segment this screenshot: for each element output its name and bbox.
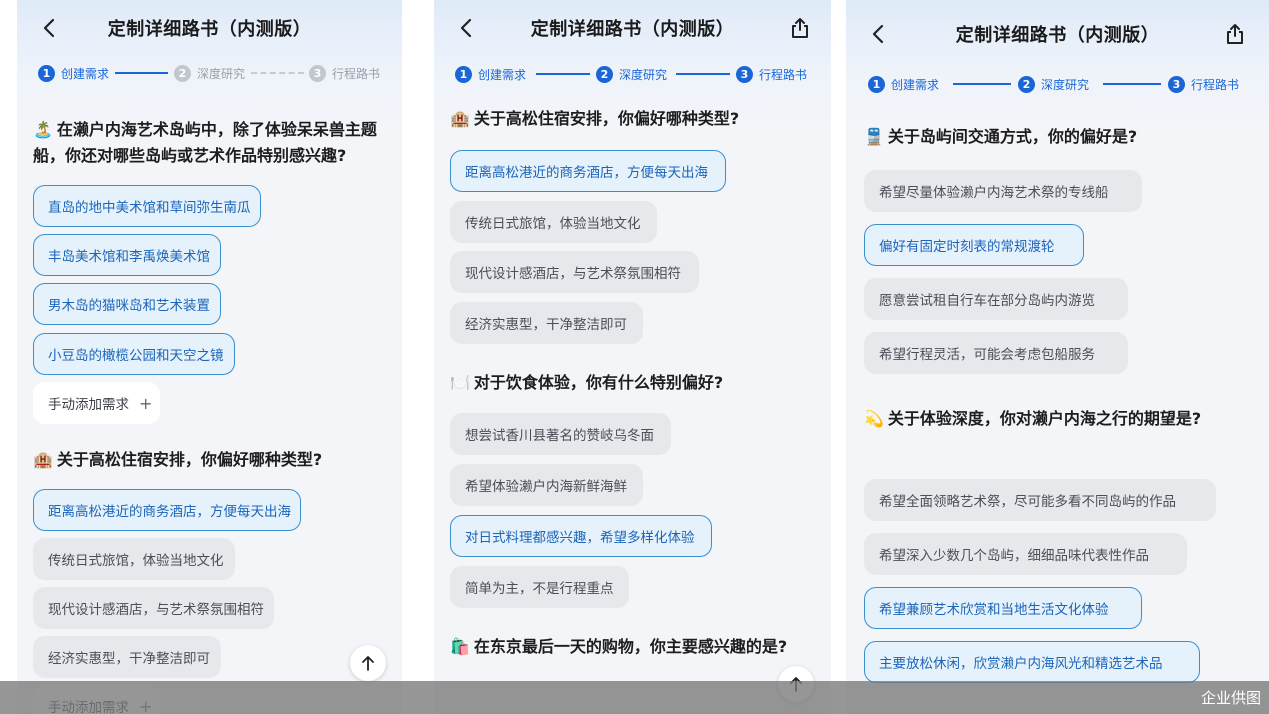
watermark-text: 企业供图 [1200,689,1261,707]
option-simple[interactable]: 简单为主，不是行程重点 [450,566,629,608]
option-japanese-cuisine[interactable]: 对日式料理都感兴趣，希望多样化体验 [450,515,712,557]
option-ogijima[interactable]: 男木岛的猫咪岛和艺术装置 [33,283,221,325]
hotel-icon: 🏨 [33,450,53,469]
step-connector [536,73,590,75]
palm-island-icon: 🏝️ [33,120,53,139]
progress-steps: 1 创建需求 2 深度研究 3 行程路书 [434,64,831,84]
option-naoshima[interactable]: 直岛的地中美术馆和草间弥生南瓜 [33,185,261,227]
train-icon: 🚆 [864,127,884,146]
plus-icon: + [139,393,153,413]
step-connector [251,72,304,74]
step-research: 2 深度研究 [596,64,667,84]
option-business-hotel[interactable]: 距离高松港近的商务酒店，方便每天出海 [450,150,726,192]
page-title: 定制详细路书（内测版） [107,19,312,40]
step-connector [953,83,1011,85]
page-title: 定制详细路书（内测版） [530,19,735,40]
hotel-icon: 🏨 [450,109,470,128]
step-connector [676,73,730,75]
option-budget[interactable]: 经济实惠型，干净整洁即可 [450,302,643,344]
share-icon[interactable] [1223,22,1247,46]
option-ryokan[interactable]: 传统日式旅馆，体验当地文化 [33,538,235,580]
step-research: 2 深度研究 [1018,74,1089,94]
step-create: 1 创建需求 [868,74,939,94]
option-budget[interactable]: 经济实惠型，干净整洁即可 [33,636,221,678]
progress-steps: 1 创建需求 2 深度研究 3 行程路书 [846,74,1269,94]
step-itinerary: 3 行程路书 [309,63,380,83]
option-art-ferry[interactable]: 希望尽量体验濑户内海艺术祭的专线船 [864,170,1142,212]
option-bicycle[interactable]: 愿意尝试租自行车在部分岛屿内游览 [864,278,1128,320]
step-research: 2 深度研究 [174,63,245,83]
question-shopping: 🛍️ 在东京最后一天的购物，你主要感兴趣的是? [450,637,788,656]
step-connector [1103,83,1161,85]
header: 定制详细路书（内测版） [17,10,402,46]
sparkle-icon: 💫 [864,409,884,428]
phone-screen-step3: 定制详细路书（内测版） 1 创建需求 2 深度研究 3 行程路书 🚆 关于岛屿间交通方式… [846,0,1269,714]
option-design-hotel[interactable]: 现代设计感酒店，与艺术祭氛围相符 [450,251,699,293]
scroll-top-button[interactable] [350,645,386,681]
question-islands: 🏝️ 在濑户内海艺术岛屿中，除了体验呆呆兽主题船，你还对哪些岛屿或艺术作品特别感兴… [33,120,377,165]
arrow-up-icon [362,656,374,671]
header: 定制详细路书（内测版） [846,16,1269,52]
option-deep-few[interactable]: 希望深入少数几个岛屿，细细品味代表性作品 [864,533,1187,575]
phone-screen-step2: 定制详细路书（内测版） 1 创建需求 2 深度研究 3 行程路书 🏨 关于高松住宿安排，… [434,0,831,714]
question-food: 🍽️ 对于饮食体验，你有什么特别偏好? [450,373,724,392]
phone-screen-step1: 定制详细路书（内测版） 1 创建需求 2 深度研究 3 行程路书 🏝️ 在濑户内海艺术岛… [17,0,402,714]
option-relax[interactable]: 主要放松休闲，欣赏濑户内海风光和精选艺术品 [864,641,1200,683]
option-charter-boat[interactable]: 希望行程灵活，可能会考虑包船服务 [864,332,1128,374]
option-seafood[interactable]: 希望体验濑户内海新鲜海鲜 [450,464,643,506]
question-transport: 🚆 关于岛屿间交通方式，你的偏好是? [864,127,1138,146]
step-connector [115,72,168,74]
shopping-bag-icon: 🛍️ [450,637,470,656]
header: 定制详细路书（内测版） [434,10,831,46]
watermark-bar [0,681,1269,714]
option-shodoshima[interactable]: 小豆岛的橄榄公园和天空之镜 [33,333,235,375]
option-udon[interactable]: 想尝试香川县著名的赞岐乌冬面 [450,413,671,455]
question-lodging: 🏨 关于高松住宿安排，你偏好哪种类型? [450,109,740,128]
question-lodging: 🏨 关于高松住宿安排，你偏好哪种类型? [33,450,323,469]
option-art-and-culture[interactable]: 希望兼顾艺术欣赏和当地生活文化体验 [864,587,1142,629]
progress-steps: 1 创建需求 2 深度研究 3 行程路书 [17,63,402,83]
step-itinerary: 3 行程路书 [736,64,807,84]
option-teshima[interactable]: 丰岛美术馆和李禹焕美术馆 [33,234,221,276]
add-requirement-button[interactable]: 手动添加需求+ [33,382,160,424]
step-create: 1 创建需求 [38,63,109,83]
page-title: 定制详细路书（内测版） [955,25,1160,46]
option-see-all[interactable]: 希望全面领略艺术祭，尽可能多看不同岛屿的作品 [864,479,1216,521]
option-ryokan[interactable]: 传统日式旅馆，体验当地文化 [450,201,657,243]
option-design-hotel[interactable]: 现代设计感酒店，与艺术祭氛围相符 [33,587,274,629]
step-create: 1 创建需求 [455,64,526,84]
step-itinerary: 3 行程路书 [1168,74,1239,94]
plate-icon: 🍽️ [450,373,470,392]
share-icon[interactable] [788,16,812,40]
question-depth: 💫 关于体验深度，你对濑户内海之行的期望是? [864,409,1202,428]
option-business-hotel[interactable]: 距离高松港近的商务酒店，方便每天出海 [33,489,301,531]
option-regular-ferry[interactable]: 偏好有固定时刻表的常规渡轮 [864,224,1084,266]
